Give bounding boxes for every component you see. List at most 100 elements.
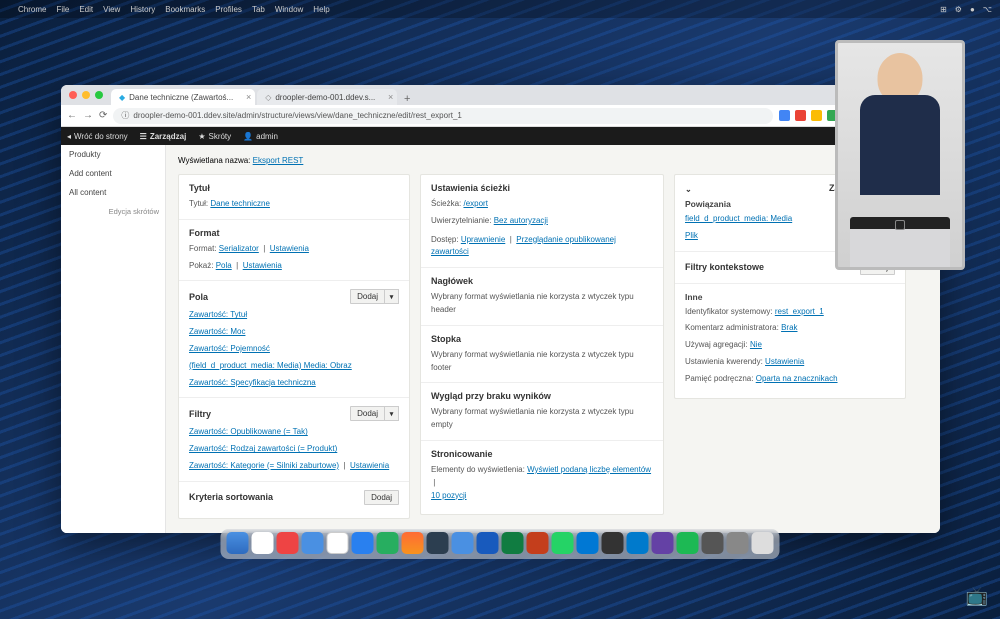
views-ui-main: Wyświetlana nazwa: Eksport REST Zobacz E…	[166, 145, 940, 533]
section-path: Ustawienia ścieżki	[431, 183, 653, 193]
app-icon[interactable]	[452, 532, 474, 554]
new-tab-button[interactable]: +	[399, 93, 415, 105]
menu-profiles[interactable]: Profiles	[215, 5, 242, 14]
reload-icon[interactable]: ⟳	[99, 110, 107, 121]
shortcuts-menu[interactable]: ★ Skróty	[198, 132, 231, 141]
format-settings-link[interactable]: Ustawienia	[270, 244, 309, 253]
display-name-link[interactable]: Eksport REST	[253, 156, 304, 165]
app-icon[interactable]	[427, 532, 449, 554]
trash-icon[interactable]	[752, 532, 774, 554]
filter-link[interactable]: Zawartość: Opublikowane (= Tak)	[189, 427, 308, 436]
menu-view[interactable]: View	[103, 5, 120, 14]
menu-chrome[interactable]: Chrome	[18, 5, 46, 14]
close-icon[interactable]: ×	[246, 92, 251, 102]
app-icon[interactable]	[577, 532, 599, 554]
app-icon[interactable]	[602, 532, 624, 554]
dropdown-caret[interactable]: ▾	[385, 289, 399, 304]
add-filter-button[interactable]: Dodaj	[350, 406, 385, 421]
show-settings-link[interactable]: Ustawienia	[243, 261, 282, 270]
field-link[interactable]: Zawartość: Pojemność	[189, 344, 270, 353]
app-icon[interactable]	[377, 532, 399, 554]
window-controls[interactable]	[69, 91, 103, 99]
app-icon[interactable]	[352, 532, 374, 554]
app-icon[interactable]	[652, 532, 674, 554]
mac-dock[interactable]	[221, 529, 780, 559]
mac-menu-bar: Chrome File Edit View History Bookmarks …	[0, 0, 1000, 18]
star-icon: ★	[198, 132, 205, 141]
sidebar-item-add-content[interactable]: Add content	[61, 164, 165, 183]
menu-right-icons: ⊞⚙●⌥	[940, 5, 992, 14]
title-link[interactable]: Dane techniczne	[210, 199, 270, 208]
access-view-link[interactable]: Przeglądanie opublikowanej zawartości	[431, 235, 616, 257]
close-icon[interactable]: ×	[388, 92, 393, 102]
browser-tab-inactive[interactable]: ◇ droopler-demo-001.ddev.s... ×	[257, 89, 397, 105]
app-icon[interactable]	[302, 532, 324, 554]
excel-icon[interactable]	[502, 532, 524, 554]
header-text: Wybrany format wyświetlania nie korzysta…	[431, 291, 653, 317]
sidebar-item-products[interactable]: Produkty	[61, 145, 165, 164]
access-perm-link[interactable]: Uprawnienie	[461, 235, 505, 244]
footer-text: Wybrany format wyświetlania nie korzysta…	[431, 349, 653, 375]
field-link[interactable]: (field_d_product_media: Media) Media: Ob…	[189, 361, 352, 370]
app-icon[interactable]	[252, 532, 274, 554]
menu-edit[interactable]: Edit	[79, 5, 93, 14]
tab-title: droopler-demo-001.ddev.s...	[275, 93, 375, 102]
pager-link[interactable]: Wyświetl podaną liczbę elementów	[527, 465, 651, 474]
query-settings-link[interactable]: Ustawienia	[765, 357, 804, 366]
field-link[interactable]: Zawartość: Moc	[189, 327, 245, 336]
user-menu[interactable]: 👤 admin	[243, 132, 278, 141]
admin-toolbar: ◂ Wróć do strony ☰ Zarządzaj ★ Skróty 👤 …	[61, 127, 940, 145]
app-icon[interactable]	[702, 532, 724, 554]
browser-tab-active[interactable]: ◆ Dane techniczne (Zawartoś... ×	[111, 89, 255, 105]
field-link[interactable]: Zawartość: Tytuł	[189, 310, 247, 319]
manage-menu[interactable]: ☰ Zarządzaj	[140, 132, 187, 141]
empty-text: Wybrany format wyświetlania nie korzysta…	[431, 406, 653, 432]
whatsapp-icon[interactable]	[552, 532, 574, 554]
machine-name-link[interactable]: rest_export_1	[775, 307, 824, 316]
menu-bookmarks[interactable]: Bookmarks	[165, 5, 205, 14]
menu-file[interactable]: File	[56, 5, 69, 14]
tab-favicon-icon: ◆	[119, 93, 125, 102]
format-link[interactable]: Serializator	[219, 244, 259, 253]
relationship-link[interactable]: field_d_product_media: Media	[685, 214, 792, 223]
hamburger-icon: ☰	[140, 132, 147, 141]
menu-tab[interactable]: Tab	[252, 5, 265, 14]
sidebar-item-all-content[interactable]: All content	[61, 183, 165, 202]
url-text: droopler-demo-001.ddev.site/admin/struct…	[133, 111, 461, 120]
spotify-icon[interactable]	[677, 532, 699, 554]
pager-count-link[interactable]: 10 pozycji	[431, 491, 467, 500]
add-sort-button[interactable]: Dodaj	[364, 490, 399, 505]
filter-settings-link[interactable]: Ustawienia	[350, 461, 389, 470]
field-link[interactable]: Zawartość: Specyfikacja techniczna	[189, 378, 316, 387]
back-to-site[interactable]: ◂ Wróć do strony	[67, 132, 128, 141]
auth-link[interactable]: Bez autoryzacji	[494, 216, 548, 225]
finder-icon[interactable]	[227, 532, 249, 554]
admin-comment-link[interactable]: Brak	[781, 323, 797, 332]
path-link[interactable]: /export	[463, 199, 487, 208]
word-icon[interactable]	[477, 532, 499, 554]
views-col-1: Tytuł Tytuł: Dane techniczne Format Form…	[178, 174, 410, 519]
cache-link[interactable]: Oparta na znacznikach	[756, 374, 838, 383]
vscode-icon[interactable]	[627, 532, 649, 554]
menu-window[interactable]: Window	[275, 5, 303, 14]
url-input[interactable]: ⓘ droopler-demo-001.ddev.site/admin/stru…	[113, 108, 773, 124]
section-format: Format	[189, 228, 399, 238]
menu-help[interactable]: Help	[313, 5, 329, 14]
aggregation-link[interactable]: Nie	[750, 340, 762, 349]
settings-icon[interactable]	[727, 532, 749, 554]
site-info-icon[interactable]: ⓘ	[121, 110, 129, 121]
firefox-icon[interactable]	[402, 532, 424, 554]
edit-shortcuts-link[interactable]: Edycja skrótów	[61, 202, 165, 221]
powerpoint-icon[interactable]	[527, 532, 549, 554]
add-field-button[interactable]: Dodaj	[350, 289, 385, 304]
back-icon[interactable]: ←	[67, 110, 77, 121]
relationship-link[interactable]: Plik	[685, 231, 698, 240]
filter-link[interactable]: Zawartość: Kategorie (= Silniki zaburtow…	[189, 461, 339, 470]
app-icon[interactable]	[277, 532, 299, 554]
menu-history[interactable]: History	[130, 5, 155, 14]
show-link[interactable]: Pola	[216, 261, 232, 270]
calendar-icon[interactable]	[327, 532, 349, 554]
forward-icon[interactable]: →	[83, 110, 93, 121]
dropdown-caret[interactable]: ▾	[385, 406, 399, 421]
filter-link[interactable]: Zawartość: Rodzaj zawartości (= Produkt)	[189, 444, 337, 453]
